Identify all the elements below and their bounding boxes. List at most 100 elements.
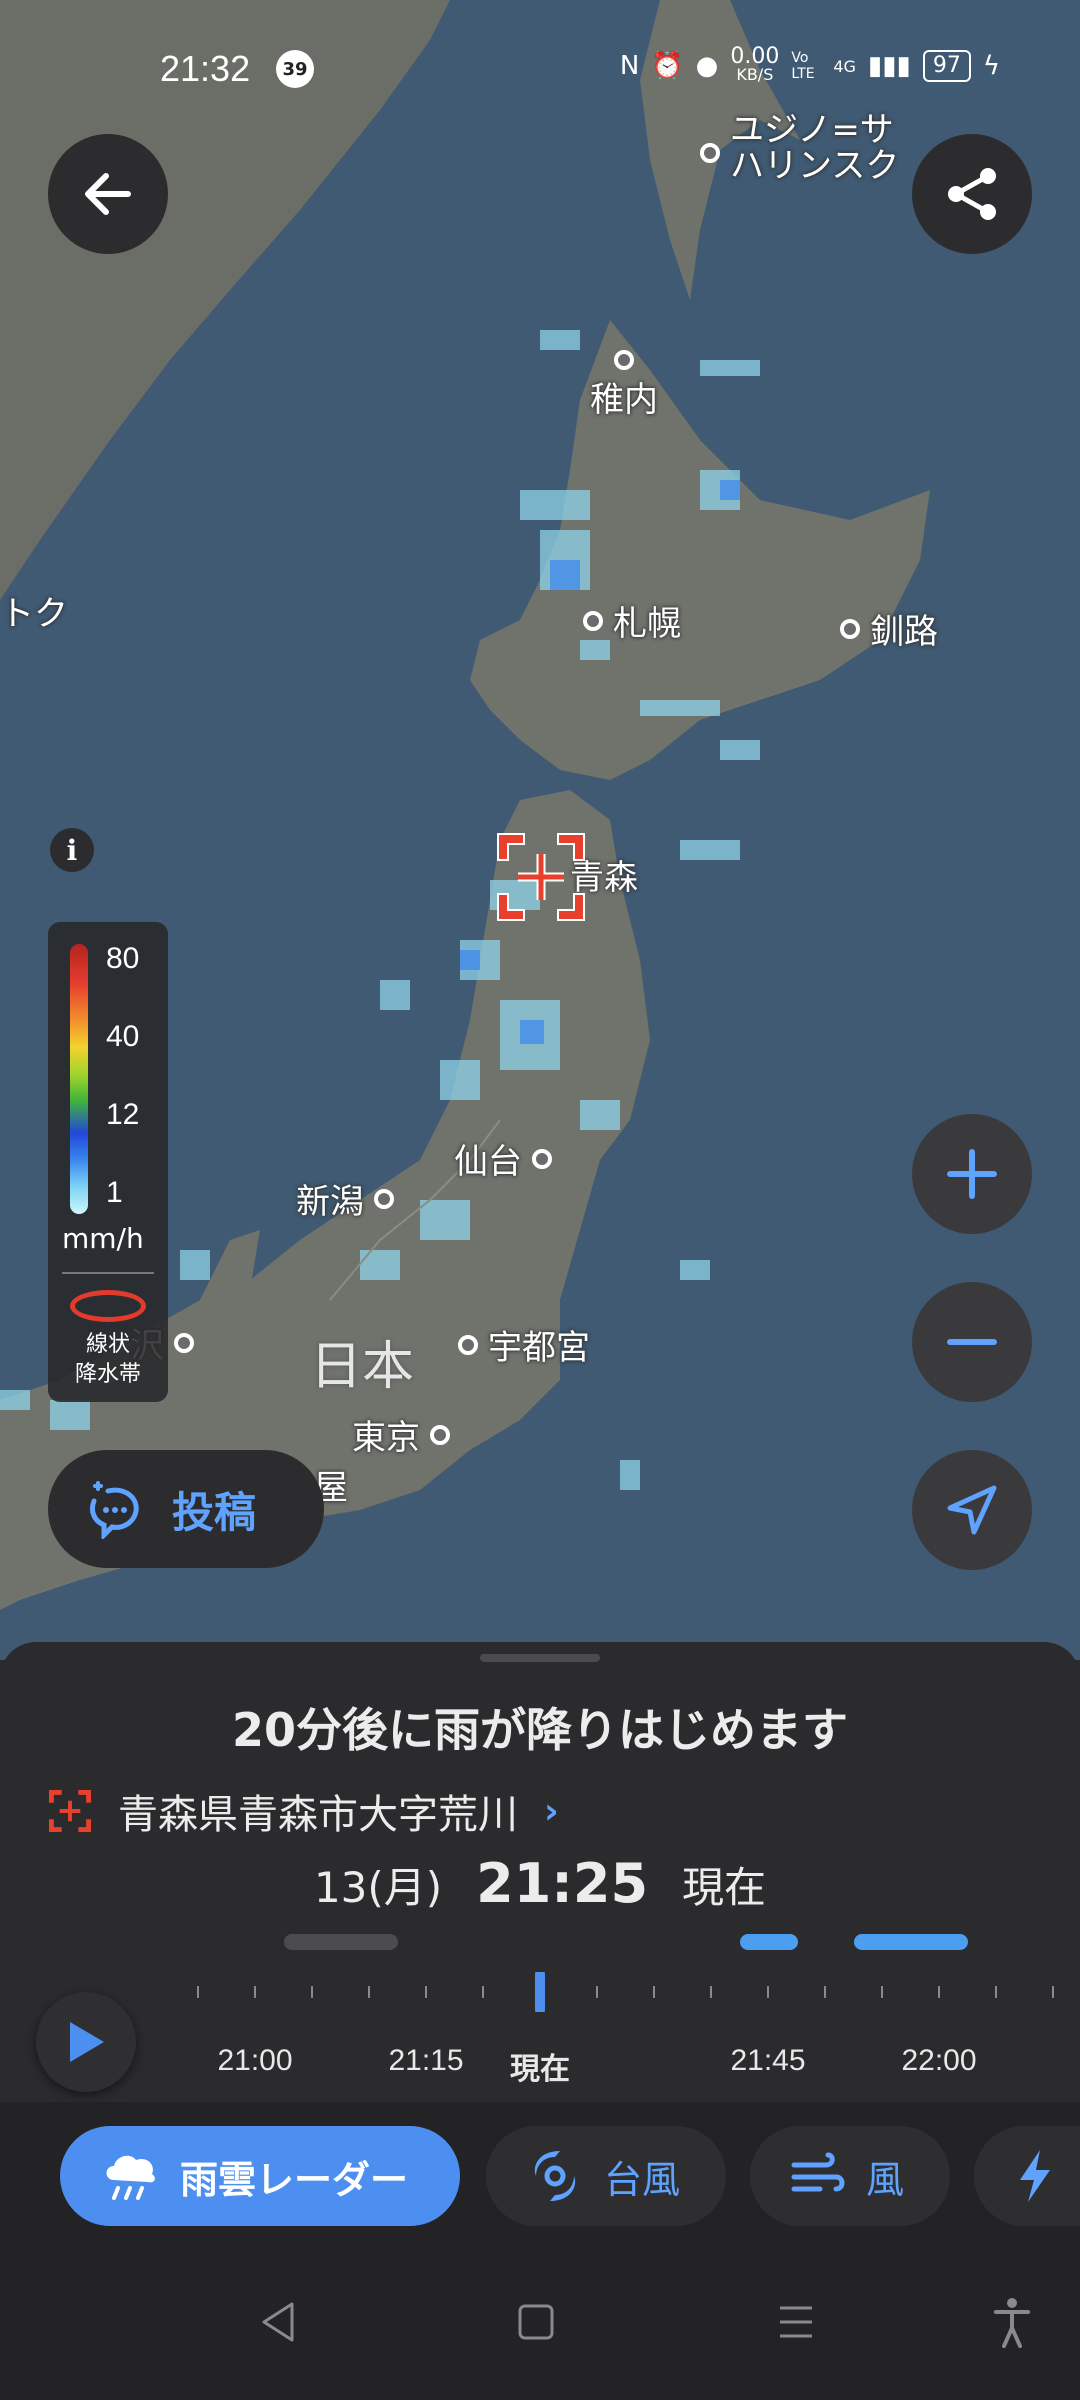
- now-label: 現在: [682, 1863, 767, 1912]
- typhoon-icon: [534, 2151, 576, 2201]
- rain-legend: 80 40 12 1 mm/h 線状 降水帯: [48, 922, 168, 1402]
- map-terrain: [0, 0, 930, 1610]
- legend-tick: 12: [106, 1098, 140, 1131]
- country-label: 日本: [310, 1337, 415, 1397]
- nav-home-button[interactable]: [506, 2292, 566, 2352]
- tab-lightning[interactable]: [974, 2126, 1080, 2226]
- hamburger-menu-icon: [780, 2306, 812, 2338]
- play-icon: [70, 2022, 104, 2062]
- current-date: 13(月): [313, 1863, 443, 1912]
- forecast-headline: 20分後に雨が降りはじめます: [231, 1703, 848, 1757]
- square-home-icon: [518, 2304, 554, 2340]
- navigation-arrow-icon: [947, 1485, 997, 1535]
- battery-level: 97: [922, 50, 971, 82]
- nav-menu-button[interactable]: [766, 2292, 826, 2352]
- tab-wind[interactable]: 風: [750, 2126, 950, 2226]
- city-marker: [174, 1332, 194, 1353]
- network-type: 4G: [833, 56, 856, 76]
- legend-band-label-line2: 降水帯: [74, 1362, 141, 1387]
- timeline-label: 21:15: [388, 2044, 464, 2077]
- nav-accessibility-button[interactable]: [982, 2292, 1042, 2352]
- tab-typhoon[interactable]: 台風: [486, 2126, 726, 2226]
- timeline-label: 21:45: [730, 2044, 806, 2077]
- share-icon: [948, 168, 996, 220]
- city-label: 札幌: [613, 604, 681, 644]
- location-target-icon: [48, 1789, 92, 1833]
- minus-icon: [947, 1339, 997, 1345]
- wind-icon: [791, 2152, 845, 2192]
- city-marker: [840, 618, 860, 639]
- city-utsunomiya: 宇都宮: [458, 1320, 590, 1369]
- chevron-right-icon: ›: [544, 1790, 559, 1832]
- signal-icon: ▮▮▮: [867, 51, 911, 81]
- legend-tick: 1: [106, 1176, 123, 1209]
- city-kushiro: 釧路: [840, 604, 938, 653]
- layer-tab-bar: 雨雲レーダー 台風 風: [0, 2102, 1080, 2252]
- timeline-label: 22:00: [901, 2044, 977, 2077]
- tab-typhoon-label: 台風: [604, 2157, 681, 2202]
- lightning-icon: [1020, 2150, 1050, 2202]
- legend-color-bar: [70, 944, 88, 1214]
- city-marker: [374, 1188, 394, 1209]
- location-pin-icon: ●: [695, 51, 719, 81]
- timeline-rain-segment: [740, 1934, 798, 1950]
- volte-indicator: Vo LTE: [791, 50, 815, 82]
- city-okhotsk: トク: [0, 586, 68, 635]
- city-label: トク: [0, 594, 68, 634]
- city-label: 東京: [352, 1418, 420, 1458]
- legend-tick: 40: [106, 1020, 140, 1053]
- timeline[interactable]: 21:00 21:15 現在 21:45 22:00: [0, 1922, 1080, 2092]
- rain-radar-map[interactable]: ユジノ=サ ハリンスク 稚内 札幌 釧路 青森 仙台 新潟 沢 宇都宮 東京 屋…: [0, 0, 1080, 1660]
- city-label: 宇都宮: [488, 1328, 590, 1368]
- plus-icon: [947, 1149, 997, 1199]
- tab-rain-radar[interactable]: 雨雲レーダー: [60, 2126, 460, 2226]
- status-icons: N ⏰ ● 0.00 KB/S Vo LTE 4G ▮▮▮ 97 ϟ: [619, 44, 1000, 84]
- timeline-label: 21:00: [217, 2044, 293, 2077]
- city-tokyo: 東京: [352, 1410, 450, 1459]
- zoom-in-button[interactable]: [912, 1114, 1032, 1234]
- post-button[interactable]: 投稿: [48, 1450, 324, 1568]
- timeline-ticks: [197, 1972, 1054, 2012]
- sheet-drag-handle[interactable]: [480, 1654, 600, 1662]
- timeline-label-now: 現在: [510, 2052, 570, 2087]
- net-speed-value: 0.00: [730, 44, 780, 69]
- info-icon[interactable]: i: [50, 828, 94, 872]
- status-time: 21:32: [160, 48, 251, 89]
- timeline-rain-segment: [854, 1934, 968, 1950]
- post-bubble-icon: [89, 1481, 139, 1539]
- city-wakkanai: 稚内: [590, 350, 658, 421]
- play-button[interactable]: [36, 1992, 136, 2092]
- forecast-sheet: 20分後に雨が降りはじめます 青森県青森市大字荒川 › 13(月) 21:25 …: [0, 1642, 1080, 2102]
- nav-back-button[interactable]: [248, 2292, 308, 2352]
- nfc-icon: N: [619, 51, 640, 81]
- city-label: 釧路: [870, 612, 938, 652]
- timeline-past-segment: [284, 1934, 398, 1950]
- city-sendai: 仙台: [454, 1134, 552, 1183]
- zoom-out-button[interactable]: [912, 1282, 1032, 1402]
- alarm-icon: ⏰: [651, 51, 684, 81]
- location-row[interactable]: 青森県青森市大字荒川 ›: [48, 1782, 559, 1840]
- city-label: 仙台: [454, 1142, 522, 1182]
- city-marker: [458, 1334, 478, 1355]
- current-time-row: 13(月) 21:25 現在: [0, 1852, 1080, 1915]
- accessibility-icon: [994, 2298, 1030, 2348]
- net-speed: 0.00 KB/S: [730, 44, 780, 84]
- city-marker: [583, 610, 603, 631]
- tab-rain-radar-label: 雨雲レーダー: [180, 2157, 409, 2202]
- city-niigata: 新潟: [296, 1174, 394, 1223]
- system-nav-bar: [0, 2252, 1080, 2400]
- legend-divider: [62, 1272, 154, 1274]
- back-button[interactable]: [48, 134, 168, 254]
- my-location-button[interactable]: [912, 1450, 1032, 1570]
- city-marker: [614, 350, 634, 370]
- legend-band-label: 線状 降水帯: [58, 1330, 158, 1390]
- current-time: 21:25: [476, 1852, 649, 1915]
- triangle-back-icon: [262, 2302, 294, 2342]
- share-button[interactable]: [912, 134, 1032, 254]
- location-target-icon[interactable]: [496, 832, 586, 922]
- city-marker: [532, 1148, 552, 1169]
- status-bar: 21:32 39 N ⏰ ● 0.00 KB/S Vo LTE 4G ▮▮▮ 9…: [0, 40, 1080, 100]
- city-label: 新潟: [296, 1182, 364, 1222]
- linear-rainband-icon: [70, 1290, 146, 1322]
- city-sapporo: 札幌: [583, 596, 681, 645]
